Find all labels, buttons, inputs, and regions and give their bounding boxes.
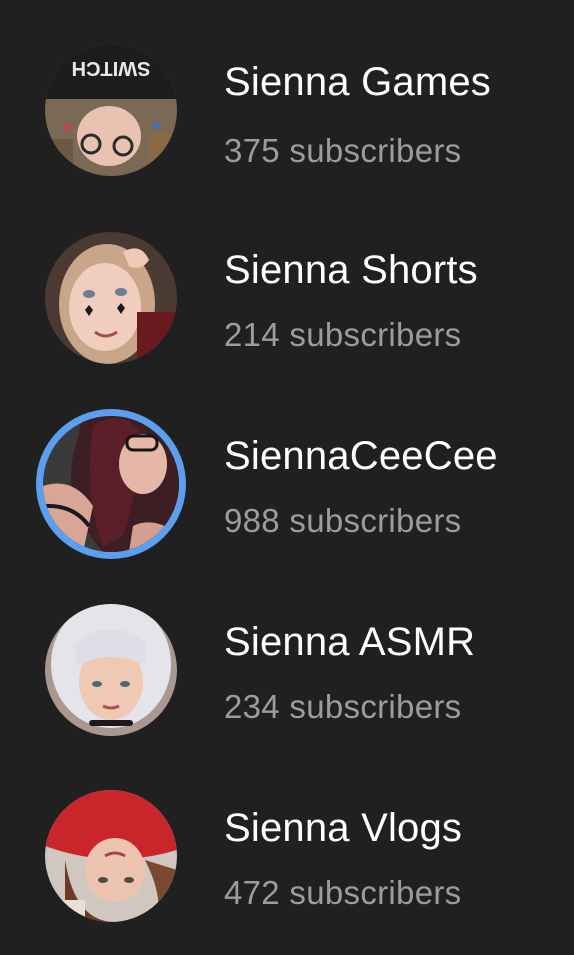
channel-avatar-image xyxy=(43,416,179,552)
avatar xyxy=(45,604,177,736)
channel-avatar-image xyxy=(45,790,177,922)
channel-avatar-image: SWITCH xyxy=(45,44,177,176)
subscriber-count: 375 subscribers xyxy=(224,132,462,169)
channel-avatar-image xyxy=(45,232,177,364)
avatar xyxy=(45,232,177,364)
subscriber-count: 988 subscribers xyxy=(224,502,462,539)
subscriber-count: 234 subscribers xyxy=(224,688,462,725)
subscriber-count: 214 subscribers xyxy=(224,316,462,353)
channel-name: SiennaCeeCee xyxy=(224,434,498,478)
account-item-siennaceecee[interactable]: SiennaCeeCee 988 subscribers xyxy=(0,372,574,559)
avatar: SWITCH xyxy=(45,44,177,176)
channel-name: Sienna Shorts xyxy=(224,248,478,292)
account-item-sienna-asmr[interactable]: Sienna ASMR 234 subscribers xyxy=(0,558,574,744)
avatar-selected xyxy=(36,409,186,559)
channel-name: Sienna Vlogs xyxy=(224,806,463,850)
channel-name: Sienna ASMR xyxy=(224,620,476,664)
account-item-sienna-vlogs[interactable]: Sienna Vlogs 472 subscribers xyxy=(0,744,574,930)
channel-avatar-image xyxy=(45,604,177,736)
shirt-print-text: SWITCH xyxy=(72,57,151,79)
account-item-sienna-games[interactable]: SWITCH Sienna Games 375 subscribers xyxy=(0,0,574,186)
avatar xyxy=(45,790,177,922)
account-item-sienna-shorts[interactable]: Sienna Shorts 214 subscribers xyxy=(0,186,574,372)
channel-name: Sienna Games xyxy=(224,60,491,104)
subscriber-count: 472 subscribers xyxy=(224,874,462,911)
